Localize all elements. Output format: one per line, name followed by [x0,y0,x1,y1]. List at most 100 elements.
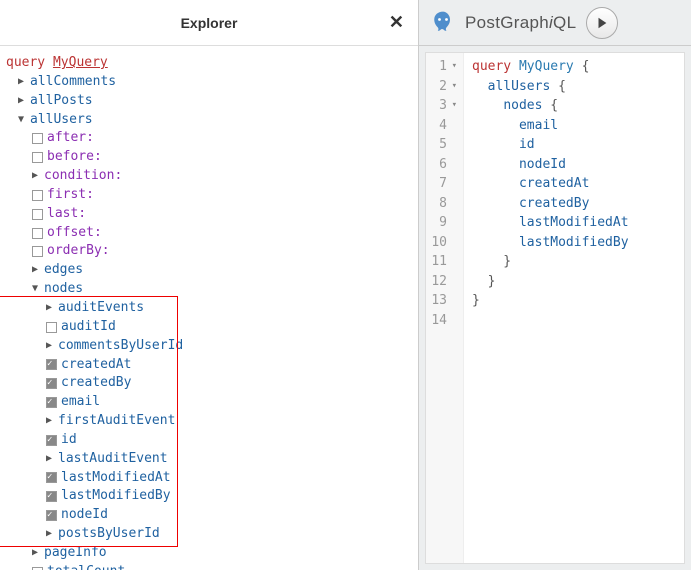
checkbox-icon[interactable] [32,190,43,201]
tree-item-commentsByUserId[interactable]: ▶commentsByUserId [4,337,414,356]
tree-item-email[interactable]: email [4,393,414,412]
chevron-right-icon[interactable]: ▶ [46,527,56,542]
checkbox-icon[interactable] [46,378,57,389]
tree-item-edges[interactable]: ▶edges [4,261,414,280]
tree-item-totalCount[interactable]: totalCount [4,563,414,570]
gutter-line: 5 [428,135,457,155]
code-line[interactable]: } [472,272,629,292]
code-line[interactable]: allUsers { [472,77,629,97]
tree-item-condition[interactable]: ▶condition: [4,167,414,186]
gutter-line: 10 [428,233,457,253]
field-label: lastAuditEvent [58,450,168,469]
chevron-right-icon[interactable]: ▶ [32,263,42,278]
chevron-right-icon[interactable]: ▶ [46,414,56,429]
checkbox-icon[interactable] [32,246,43,257]
checkbox-icon[interactable] [46,322,57,333]
field-label: totalCount [47,563,125,570]
query-name[interactable]: MyQuery [53,54,108,73]
chevron-down-icon[interactable]: ▼ [18,113,28,128]
fold-down-icon[interactable]: ▾ [449,99,457,113]
chevron-right-icon[interactable]: ▶ [18,94,28,109]
field-label: commentsByUserId [58,337,183,356]
field-label: auditEvents [58,299,144,318]
code-line[interactable]: id [472,135,629,155]
tree-item-allPosts[interactable]: ▶allPosts [4,92,414,111]
tree-item-offset[interactable]: offset: [4,224,414,243]
chevron-right-icon[interactable]: ▶ [32,169,42,184]
fold-down-icon[interactable]: ▾ [449,80,457,94]
fold-down-icon[interactable]: ▾ [449,60,457,74]
gutter-line: 7 [428,174,457,194]
checkbox-icon[interactable] [32,209,43,220]
checkbox-icon[interactable] [46,397,57,408]
code-line[interactable] [472,311,629,331]
checkbox-icon[interactable] [46,435,57,446]
checkbox-icon[interactable] [32,228,43,239]
tree-item-lastModifiedBy[interactable]: lastModifiedBy [4,487,414,506]
tree-item-orderBy[interactable]: orderBy: [4,242,414,261]
tree-item-pageInfo[interactable]: ▶pageInfo [4,544,414,563]
field-label: lastModifiedBy [61,487,171,506]
code-line[interactable]: email [472,116,629,136]
chevron-down-icon[interactable]: ▼ [32,282,42,297]
tree-item-after[interactable]: after: [4,129,414,148]
chevron-right-icon[interactable]: ▶ [46,452,56,467]
field-label: allPosts [30,92,93,111]
play-icon [595,16,609,30]
code-line[interactable]: } [472,291,629,311]
tree-item-auditEvents[interactable]: ▶auditEvents [4,299,414,318]
checkbox-icon[interactable] [46,472,57,483]
gutter-line: 4 [428,116,457,136]
gutter-line: 13 [428,291,457,311]
gutter-line: 14 [428,311,457,331]
code-line[interactable]: createdBy [472,194,629,214]
code-line[interactable]: lastModifiedBy [472,233,629,253]
tree-item-lastAuditEvent[interactable]: ▶lastAuditEvent [4,450,414,469]
field-label: nodeId [61,506,108,525]
code-line[interactable]: createdAt [472,174,629,194]
editor-panel: PostGraphiQL 1▾2▾3▾4567891011121314 quer… [419,0,691,570]
chevron-right-icon[interactable]: ▶ [18,75,28,90]
close-icon[interactable]: ✕ [389,12,404,33]
tree-item-nodes[interactable]: ▼nodes [4,280,414,299]
tree-item-lastModifiedAt[interactable]: lastModifiedAt [4,469,414,488]
execute-button[interactable] [586,7,618,39]
query-editor[interactable]: 1▾2▾3▾4567891011121314 query MyQuery { a… [425,52,685,564]
tree-item-first[interactable]: first: [4,186,414,205]
tree-item-createdBy[interactable]: createdBy [4,374,414,393]
query-declaration[interactable]: query MyQuery [4,54,414,73]
tree-item-last[interactable]: last: [4,205,414,224]
checkbox-icon[interactable] [32,133,43,144]
checkbox-icon[interactable] [46,491,57,502]
field-label: edges [44,261,83,280]
code-line[interactable]: } [472,252,629,272]
tree-item-allComments[interactable]: ▶allComments [4,73,414,92]
checkbox-icon[interactable] [46,510,57,521]
field-label: pageInfo [44,544,107,563]
editor-code[interactable]: query MyQuery { allUsers { nodes { email… [464,53,637,563]
chevron-right-icon[interactable]: ▶ [32,546,42,561]
code-line[interactable]: query MyQuery { [472,57,629,77]
gutter-line: 12 [428,272,457,292]
chevron-right-icon[interactable]: ▶ [46,301,56,316]
tree-item-allUsers[interactable]: ▼allUsers [4,111,414,130]
checkbox-icon[interactable] [32,152,43,163]
tree-item-nodeId[interactable]: nodeId [4,506,414,525]
tree-item-createdAt[interactable]: createdAt [4,356,414,375]
field-label: id [61,431,77,450]
checkbox-icon[interactable] [46,359,57,370]
code-line[interactable]: lastModifiedAt [472,213,629,233]
code-line[interactable]: nodeId [472,155,629,175]
explorer-header: Explorer ✕ [0,0,418,46]
field-label: allComments [30,73,116,92]
gutter-line: 11 [428,252,457,272]
tree-item-auditId[interactable]: auditId [4,318,414,337]
tree-item-firstAuditEvent[interactable]: ▶firstAuditEvent [4,412,414,431]
tree-item-id[interactable]: id [4,431,414,450]
code-line[interactable]: nodes { [472,96,629,116]
tree-item-postsByUserId[interactable]: ▶postsByUserId [4,525,414,544]
field-label: orderBy: [47,242,110,261]
explorer-tree[interactable]: query MyQuery ▶allComments▶allPosts▼allU… [0,46,418,570]
tree-item-before[interactable]: before: [4,148,414,167]
chevron-right-icon[interactable]: ▶ [46,339,56,354]
